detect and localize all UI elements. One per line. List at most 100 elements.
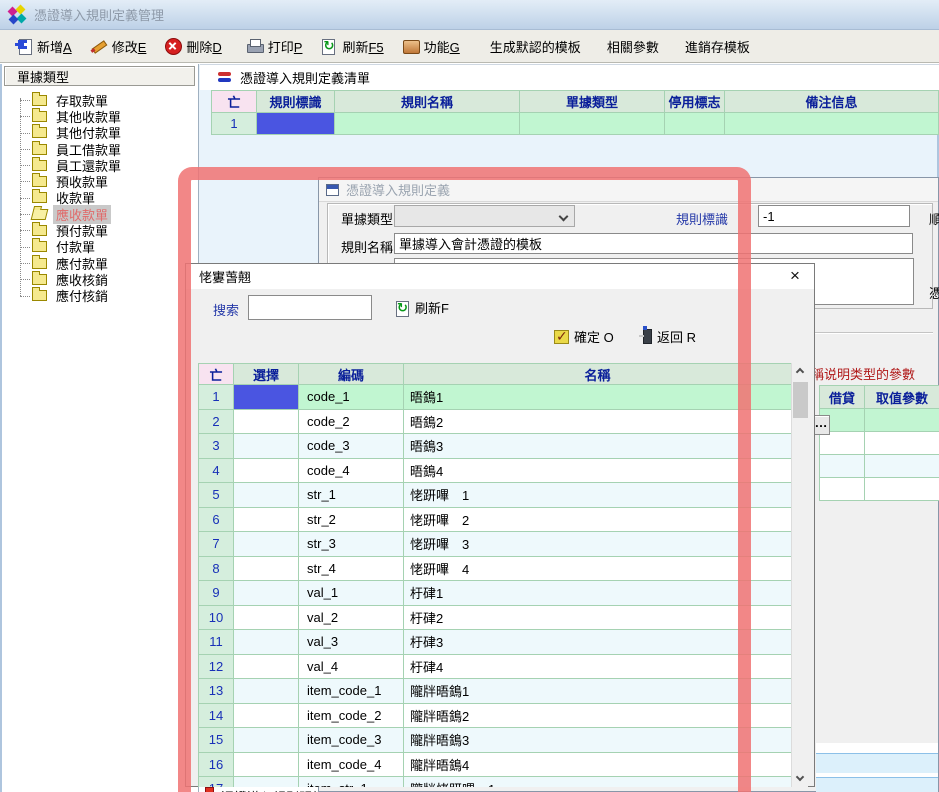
select-cell[interactable] <box>234 728 299 753</box>
table-row[interactable]: 9 val_1 杅硉1 <box>199 581 792 606</box>
table-row[interactable]: 11 val_3 杅硉3 <box>199 630 792 655</box>
dialog-icon <box>326 184 339 196</box>
related-params-button[interactable]: 相關參數 <box>598 34 668 59</box>
select-cell[interactable] <box>234 508 299 533</box>
sidebar-item[interactable]: 員工借款單 <box>2 141 199 157</box>
select-cell[interactable] <box>234 459 299 484</box>
select-cell[interactable] <box>234 704 299 729</box>
select-cell[interactable] <box>234 557 299 582</box>
sidebar-item[interactable]: 應付核銷 <box>2 288 199 304</box>
folder-icon <box>32 95 47 106</box>
list-title: 憑證導入規則定義清單 <box>240 68 370 87</box>
table-row[interactable]: 3 code_3 晤鵭3 <box>199 434 792 459</box>
table-row[interactable]: 8 str_4 恅趼嗶 4 <box>199 557 792 582</box>
lower-grid-area <box>816 743 938 791</box>
scroll-up-icon[interactable] <box>792 363 809 380</box>
ok-button[interactable]: 確定 O <box>554 327 614 346</box>
folder-icon <box>32 160 47 171</box>
debit-column-header[interactable]: 借貸 <box>820 386 865 409</box>
folder-icon <box>32 144 47 155</box>
params-caption: 稱说明类型的參數 <box>811 364 939 383</box>
table-row[interactable] <box>820 455 939 478</box>
search-input[interactable] <box>248 295 372 320</box>
function-icon <box>402 38 419 54</box>
doc-type-label: 單據類型 <box>341 209 393 228</box>
rules-table-header: 亡 規則標識 規則名稱 單據類型 停用標志 備注信息 <box>212 91 939 113</box>
table-row[interactable]: 17 item_str_1 隴牉恅趼嗶 1 <box>199 777 792 787</box>
rule-name-field[interactable] <box>394 233 913 254</box>
scroll-down-icon[interactable] <box>792 770 809 787</box>
select-cell[interactable] <box>234 777 299 787</box>
close-icon[interactable]: × <box>784 265 806 287</box>
select-cell[interactable] <box>234 410 299 435</box>
table-row[interactable]: 5 str_1 恅趼嗶 1 <box>199 483 792 508</box>
select-cell[interactable] <box>234 434 299 459</box>
inventory-template-button[interactable]: 進銷存模板 <box>676 34 759 59</box>
folder-icon <box>32 290 47 301</box>
table-row[interactable]: 7 str_3 恅趼嗶 3 <box>199 532 792 557</box>
select-cell[interactable] <box>234 581 299 606</box>
table-row[interactable]: 6 str_2 恅趼嗶 2 <box>199 508 792 533</box>
table-row[interactable]: 10 val_2 杅硉2 <box>199 606 792 631</box>
sidebar-item[interactable]: 收款單 <box>2 190 199 206</box>
dialog-title-bar: 憑證導入規則定義 <box>319 178 938 202</box>
select-cell[interactable] <box>234 655 299 680</box>
table-row[interactable] <box>820 409 939 432</box>
select-cell[interactable] <box>234 753 299 778</box>
sidebar-item[interactable]: 應付款單 <box>2 255 199 271</box>
app-window: 憑證導入規則定義管理 新增A 修改E 刪除D 打印P ↻ 刷新F5 功能G 生成… <box>0 0 939 792</box>
print-button[interactable]: 打印P <box>237 34 312 59</box>
sidebar-item[interactable]: 員工還款單 <box>2 157 199 173</box>
sidebar-item[interactable]: 預收款單 <box>2 173 199 189</box>
sidebar-item[interactable]: 其他收款單 <box>2 108 199 124</box>
table-row[interactable]: 4 code_4 晤鵭4 <box>199 459 792 484</box>
search-label: 搜索 <box>213 300 239 319</box>
scrollbar[interactable] <box>791 363 808 787</box>
select-cell[interactable] <box>234 483 299 508</box>
return-button[interactable]: 返回 R <box>643 327 696 346</box>
delete-button[interactable]: 刪除D <box>155 34 230 59</box>
value-column-header[interactable]: 取值參數 <box>865 386 939 409</box>
select-cell[interactable] <box>234 385 299 410</box>
function-button[interactable]: 功能G <box>393 34 469 59</box>
table-row[interactable]: 13 item_code_1 隴牉晤鵭1 <box>199 679 792 704</box>
sidebar-item[interactable]: 付款單 <box>2 239 199 255</box>
sidebar-item[interactable]: 預付款單 <box>2 222 199 238</box>
refresh-icon: ↻ <box>394 300 410 316</box>
select-cell[interactable] <box>234 606 299 631</box>
folder-icon <box>32 274 47 285</box>
scrollbar-thumb[interactable] <box>793 382 808 418</box>
edit-button[interactable]: 修改E <box>81 34 156 59</box>
refresh-button[interactable]: ↻ 刷新F5 <box>311 34 392 59</box>
folder-icon <box>32 192 47 203</box>
select-cell[interactable] <box>234 630 299 655</box>
sidebar-item[interactable]: 應收核銷 <box>2 271 199 287</box>
rule-id-field[interactable] <box>758 205 910 227</box>
table-row[interactable]: 1 code_1 晤鵭1 <box>199 385 792 410</box>
table-row[interactable]: 15 item_code_3 隴牉晤鵭3 <box>199 728 792 753</box>
doc-type-combobox[interactable] <box>394 205 575 227</box>
folder-icon <box>32 225 47 236</box>
select-cell[interactable] <box>234 679 299 704</box>
table-row[interactable]: 14 item_code_2 隴牉晤鵭2 <box>199 704 792 729</box>
table-row[interactable]: 12 val_4 杅硉4 <box>199 655 792 680</box>
new-button[interactable]: 新增A <box>6 34 81 59</box>
sidebar: 單據類型 存取款單 其他收款單 其他付款單 <box>2 64 199 792</box>
params-table: 借貸 取值參數 <box>819 385 939 501</box>
sidebar-item[interactable]: 應收款單 <box>2 206 199 222</box>
sidebar-item[interactable]: 存取款單 <box>2 92 199 108</box>
table-row[interactable] <box>820 478 939 501</box>
sidebar-item[interactable]: 其他付款單 <box>2 125 199 141</box>
select-cell[interactable] <box>234 532 299 557</box>
rules-table: 亡 規則標識 規則名稱 單據類型 停用標志 備注信息 1 <box>211 90 939 135</box>
table-row[interactable] <box>820 432 939 455</box>
table-row[interactable]: 2 code_2 晤鵭2 <box>199 410 792 435</box>
popup-title: 恅寠萅翹 <box>199 267 251 286</box>
selected-cell[interactable] <box>257 113 335 135</box>
list-section-header: 憑證導入規則定義清單 <box>200 64 939 90</box>
table-row[interactable]: 1 <box>212 113 939 135</box>
popup-refresh-button[interactable]: ↻ 刷新F <box>394 298 449 317</box>
generate-template-button[interactable]: 生成默認的模板 <box>481 34 590 59</box>
table-row[interactable]: 16 item_code_4 隴牉晤鵭4 <box>199 753 792 778</box>
folder-icon <box>31 209 49 220</box>
